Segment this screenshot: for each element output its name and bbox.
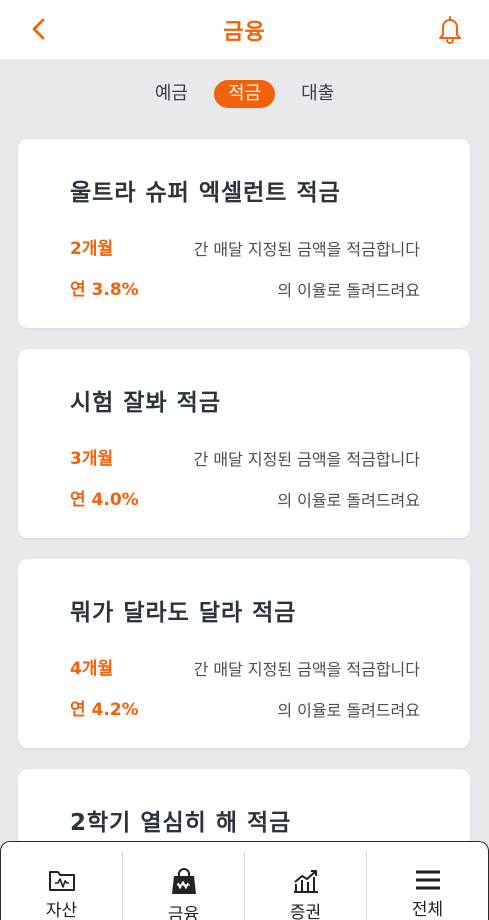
product-rate: 연 4.0% [70,490,139,510]
product-title: 뭐가 달라도 달라 적금 [70,600,297,626]
product-rate: 연 4.2% [70,700,139,720]
product-title: 울트라 슈퍼 엑셀런트 적금 [70,180,341,206]
nav-label: 증권 [289,903,322,920]
product-period: 4개월 [70,659,114,679]
nav-label: 금융 [167,905,200,920]
chevron-left-icon [32,18,45,40]
product-period: 3개월 [70,449,114,469]
product-period-desc: 간 매달 지정된 금액을 적금합니다 [193,450,420,469]
product-period-desc: 간 매달 지정된 금액을 적금합니다 [193,660,420,679]
nav-label: 전체 [411,900,444,920]
product-title: 시험 잘봐 적금 [70,390,221,416]
nav-item-assets[interactable]: 자산 [1,852,123,920]
nav-item-finance[interactable]: 금융 [123,852,245,920]
product-card[interactable]: 울트라 슈퍼 엑셀런트 적금 2개월 간 매달 지정된 금액을 적금합니다 연 … [18,139,470,328]
nav-item-all[interactable]: 전체 [367,852,488,920]
product-period-desc: 간 매달 지정된 금액을 적금합니다 [193,240,420,259]
notification-button[interactable] [433,12,467,46]
shopping-bag-icon [171,868,196,894]
product-card[interactable]: 뭐가 달라도 달라 적금 4개월 간 매달 지정된 금액을 적금합니다 연 4.… [18,559,470,748]
product-tabs: 예금 적금 대출 [0,78,489,110]
tab-deposit[interactable]: 예금 [141,80,202,108]
product-rate-desc: 의 이율로 돌려드려요 [277,491,420,510]
nav-label: 자산 [45,901,78,920]
product-card[interactable]: 시험 잘봐 적금 3개월 간 매달 지정된 금액을 적금합니다 연 4.0% 의… [18,349,470,538]
stock-chart-icon [293,870,318,893]
folder-wallet-icon [48,871,75,891]
product-period: 2개월 [70,239,114,259]
app-header: 금융 [0,0,489,59]
nav-item-stocks[interactable]: 증권 [245,852,367,920]
tab-savings[interactable]: 적금 [213,80,276,108]
bell-icon [439,16,461,44]
product-rate-desc: 의 이율로 돌려드려요 [277,281,420,300]
back-button[interactable] [22,12,56,46]
product-title: 2학기 열심히 해 적금 [70,810,292,836]
menu-icon [415,870,440,889]
product-rate-desc: 의 이율로 돌려드려요 [277,701,420,720]
tab-loan[interactable]: 대출 [287,80,348,108]
bottom-navigation: 자산 금융 증권 전체 [0,841,489,920]
page-title: 금융 [223,19,266,45]
product-rate: 연 3.8% [70,280,139,300]
